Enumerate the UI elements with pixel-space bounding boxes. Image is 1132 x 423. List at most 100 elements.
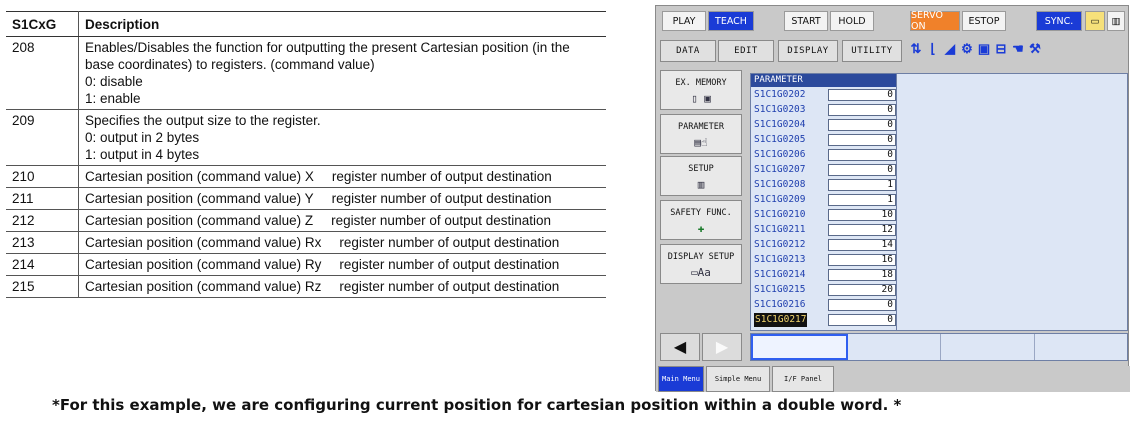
menu-edit[interactable]: EDIT [718, 40, 774, 62]
display-font-icon: ▭Aa [691, 266, 711, 279]
input-line-field[interactable] [751, 334, 848, 360]
description-line: 0: disable [85, 74, 143, 89]
arrow-left-icon[interactable]: ◀ [660, 333, 700, 361]
destination-text: register number of output destination [339, 235, 560, 250]
row-id: 209 [6, 109, 79, 166]
parameter-value[interactable]: 12 [828, 224, 896, 236]
parameter-row[interactable]: S1C1G0213 16 [754, 253, 898, 267]
parameter-row[interactable]: S1C1G0216 0 [754, 298, 898, 312]
side-button-label: EX. MEMORY [675, 78, 727, 88]
servo-on-button[interactable]: SERVO ON [910, 10, 960, 32]
start-button[interactable]: START [784, 11, 828, 31]
folder-icon[interactable]: ▭ [1085, 11, 1105, 31]
parameter-value[interactable]: 18 [828, 269, 896, 281]
description-text: Cartesian position (command value) Y [85, 191, 314, 206]
message-cell [941, 334, 1035, 360]
description-line: Specifies the output size to the registe… [85, 113, 321, 128]
estop-button[interactable]: ESTOP [962, 11, 1006, 31]
description-line: base coordinates) to registers. (command… [85, 57, 375, 72]
description-line: 1: output in 4 bytes [85, 147, 200, 162]
parameter-row[interactable]: S1C1G0214 18 [754, 268, 898, 282]
example-note: *For this example, we are configuring cu… [52, 396, 902, 414]
description-text: Cartesian position (command value) Rx [85, 235, 322, 250]
coordinate-icon: ⌊ [930, 41, 936, 56]
row-id: 213 [6, 231, 79, 254]
parameter-row[interactable]: S1C1G0204 0 [754, 118, 898, 132]
parameter-value[interactable]: 1 [828, 194, 896, 206]
parameter-value[interactable]: 0 [828, 89, 896, 101]
destination-text: register number of output destination [331, 213, 551, 228]
parameter-row[interactable]: S1C1G0215 20 [754, 283, 898, 297]
parameter-value[interactable]: 0 [828, 164, 896, 176]
parameter-row[interactable]: S1C1G0207 0 [754, 163, 898, 177]
robot-icon: ⚒ [1029, 41, 1041, 56]
parameter-value[interactable]: 20 [828, 284, 896, 296]
parameter-value[interactable]: 10 [828, 209, 896, 221]
side-button-display-setup[interactable]: DISPLAY SETUP ▭Aa [660, 244, 742, 284]
sync-button[interactable]: SYNC. [1036, 11, 1082, 31]
parameter-row[interactable]: S1C1G0208 1 [754, 178, 898, 192]
parameter-row[interactable]: S1C1G0209 1 [754, 193, 898, 207]
parameter-row[interactable]: S1C1G0205 0 [754, 133, 898, 147]
parameter-value[interactable]: 14 [828, 239, 896, 251]
table-row: 208 Enables/Disables the function for ou… [6, 36, 606, 110]
arrow-right-icon[interactable]: ▶ [702, 333, 742, 361]
parameter-name: S1C1G0211 [754, 224, 806, 235]
side-button-ex-memory[interactable]: EX. MEMORY ▯ ▣ [660, 70, 742, 110]
tab-simple-menu[interactable]: Simple Menu [706, 366, 770, 392]
tab-if-panel[interactable]: I/F Panel [772, 366, 834, 392]
parameter-value[interactable]: 0 [828, 134, 896, 146]
hold-button[interactable]: HOLD [830, 11, 874, 31]
parameter-row-selected[interactable]: S1C1G0217 0 [754, 313, 898, 327]
safety-cross-icon: ✚ [697, 222, 705, 235]
input-line-bar [750, 333, 1128, 361]
side-button-setup[interactable]: SETUP ▥ [660, 156, 742, 196]
side-button-parameter[interactable]: PARAMETER ▤☝ [660, 114, 742, 154]
parameter-value[interactable]: 0 [828, 104, 896, 116]
parameter-value[interactable]: 0 [828, 299, 896, 311]
destination-text: register number of output destination [339, 257, 560, 272]
parameter-name: S1C1G0213 [754, 254, 806, 265]
parameter-name: S1C1G0216 [754, 299, 806, 310]
row-id: 215 [6, 275, 79, 298]
panel-empty-area [896, 74, 1128, 330]
row-description: Cartesian position (command value) Z regi… [78, 209, 606, 232]
parameter-name: S1C1G0214 [754, 269, 806, 280]
menu-display[interactable]: DISPLAY [778, 40, 838, 62]
parameter-row[interactable]: S1C1G0212 14 [754, 238, 898, 252]
tool-icon: ◢ [945, 41, 955, 56]
hand-icon: ☚ [1012, 41, 1024, 56]
parameter-row[interactable]: S1C1G0202 0 [754, 88, 898, 102]
parameter-value[interactable]: 1 [828, 179, 896, 191]
menu-utility[interactable]: UTILITY [842, 40, 902, 62]
parameter-value[interactable]: 16 [828, 254, 896, 266]
table-row: 211 Cartesian position (command value) Y… [6, 187, 606, 210]
description-line: 1: enable [85, 91, 141, 106]
tab-main-menu[interactable]: Main Menu [658, 366, 704, 392]
parameter-row[interactable]: S1C1G0211 12 [754, 223, 898, 237]
parameter-name: S1C1G0205 [754, 134, 806, 145]
play-button[interactable]: PLAY [662, 11, 706, 31]
parameter-row[interactable]: S1C1G0203 0 [754, 103, 898, 117]
parameter-name: S1C1G0209 [754, 194, 806, 205]
row-id: 214 [6, 253, 79, 276]
parameter-row[interactable]: S1C1G0206 0 [754, 148, 898, 162]
table-row: 209 Specifies the output size to the reg… [6, 109, 606, 166]
side-button-safety-func[interactable]: SAFETY FUNC. ✚ [660, 200, 742, 240]
description-text: Cartesian position (command value) Rz [85, 279, 322, 294]
column-header-description: Description [78, 11, 606, 37]
menu-data[interactable]: DATA [660, 40, 716, 62]
trash-icon[interactable]: ▥ [1107, 11, 1125, 31]
parameter-name: S1C1G0215 [754, 284, 806, 295]
group-axis-icon: ⇅ [910, 41, 922, 56]
table-header-row: S1CxG Description [6, 11, 606, 37]
parameter-value[interactable]: 0 [828, 149, 896, 161]
teach-button[interactable]: TEACH [708, 11, 754, 31]
parameter-value[interactable]: 0 [828, 119, 896, 131]
teach-pendant-window: PLAY TEACH START HOLD SERVO ON ESTOP SYN… [655, 5, 1130, 392]
parameter-name: S1C1G0210 [754, 209, 806, 220]
row-description: Cartesian position (command value) X regi… [78, 165, 606, 188]
parameter-row[interactable]: S1C1G0210 10 [754, 208, 898, 222]
side-button-label: PARAMETER [677, 122, 725, 132]
parameter-value[interactable]: 0 [828, 314, 896, 326]
